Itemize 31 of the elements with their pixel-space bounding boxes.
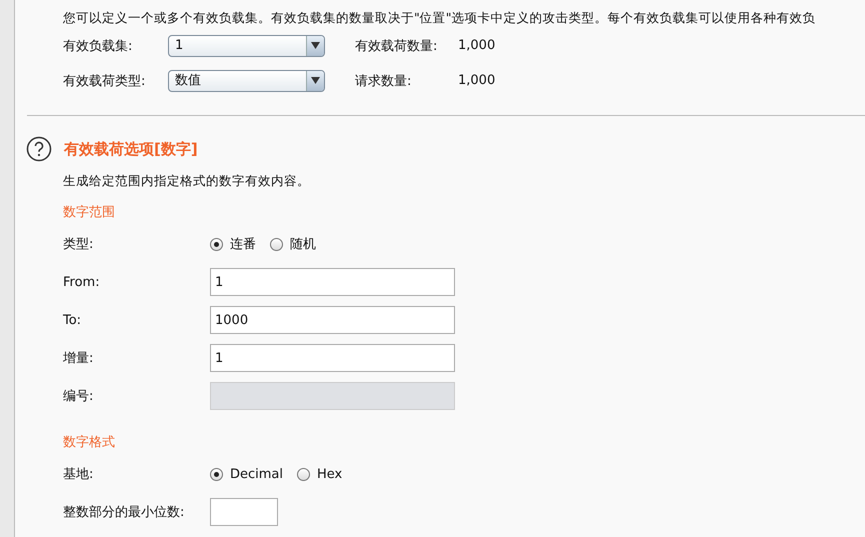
field-label: 整数部分的最小位数: bbox=[63, 504, 186, 521]
field-label: 增量: bbox=[63, 350, 94, 367]
subsection-heading: 数字格式 bbox=[63, 434, 116, 452]
field-label: 类型: bbox=[63, 236, 94, 253]
input-field[interactable] bbox=[210, 498, 278, 526]
field-label: 基地: bbox=[63, 466, 94, 483]
input-field[interactable]: 1000 bbox=[210, 306, 455, 334]
input-field[interactable]: 1 bbox=[210, 344, 455, 372]
dropdown[interactable]: 1 bbox=[168, 34, 325, 56]
info-value: 1,000 bbox=[458, 73, 496, 88]
field-label: To: bbox=[63, 312, 82, 328]
intro-text: 您可以定义一个或多个有效负载集。有效负载集的数量取决于"位置"选项卡中定义的攻击类型。每个有效负载集可以使用各种有效负 bbox=[63, 9, 816, 27]
info-label: 有效载荷数量: bbox=[355, 38, 438, 54]
radio-option[interactable]: 随机 bbox=[270, 235, 316, 253]
info-value: 1,000 bbox=[458, 38, 496, 53]
section-title: 有效载荷选项[数字] bbox=[64, 140, 198, 158]
help-icon[interactable] bbox=[26, 136, 52, 162]
dropdown[interactable]: 数值 bbox=[168, 70, 325, 92]
description: 生成给定范围内指定格式的数字有效内容。 bbox=[63, 172, 311, 190]
field-label: From: bbox=[63, 274, 101, 290]
radio-option[interactable]: Decimal bbox=[210, 466, 284, 482]
input-field[interactable]: 1 bbox=[210, 268, 455, 296]
radio-option[interactable]: Hex bbox=[297, 466, 342, 482]
caret-icon bbox=[311, 42, 320, 49]
setting-label: 有效负载集: bbox=[63, 38, 134, 54]
field-label: 编号: bbox=[63, 388, 94, 405]
radio-option[interactable]: 连番 bbox=[210, 235, 256, 253]
info-label: 请求数量: bbox=[355, 72, 412, 90]
subsection-heading: 数字范围 bbox=[63, 204, 116, 222]
caret-icon bbox=[311, 77, 320, 84]
setting-label: 有效载荷类型: bbox=[63, 72, 146, 90]
